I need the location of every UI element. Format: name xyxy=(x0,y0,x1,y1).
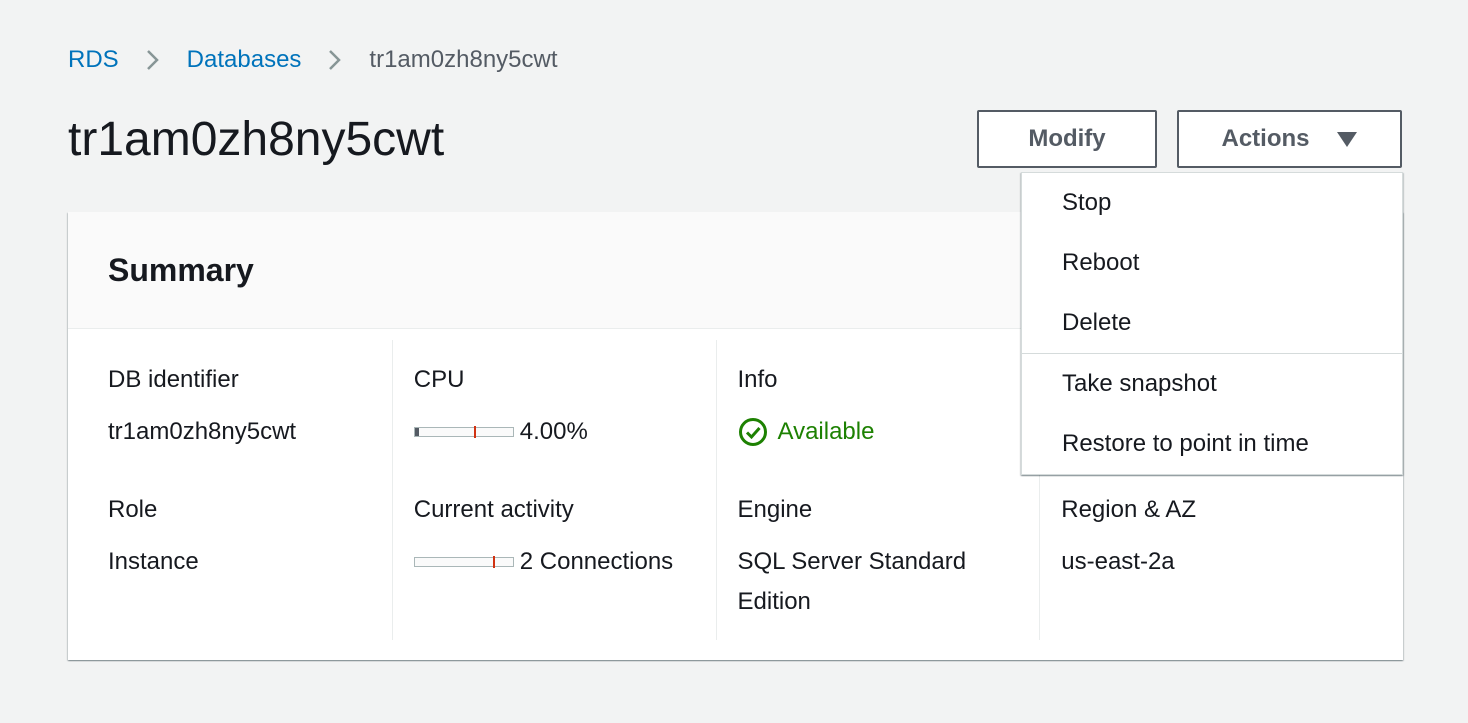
menu-item-delete[interactable]: Delete xyxy=(1022,293,1402,353)
status-text: Available xyxy=(777,418,875,445)
engine-value: SQL Server Standard Edition xyxy=(737,548,967,615)
chevron-right-icon xyxy=(323,48,347,72)
role-value: Instance xyxy=(108,548,199,575)
menu-item-take-snapshot[interactable]: Take snapshot xyxy=(1022,353,1402,414)
cpu-bar xyxy=(413,426,514,438)
engine-field: Engine SQL Server Standard Edition xyxy=(738,492,1028,622)
status-badge: Available xyxy=(738,412,875,452)
cpu-bar-threshold xyxy=(473,426,476,438)
engine-label: Engine xyxy=(737,496,813,523)
cpu-label: CPU xyxy=(413,366,465,393)
check-circle-icon xyxy=(738,417,768,447)
region-value: us-east-2a xyxy=(1061,548,1175,575)
menu-item-stop[interactable]: Stop xyxy=(1022,173,1402,233)
role-field: Role Instance xyxy=(108,492,199,582)
cpu-meter: 4.00% xyxy=(413,412,588,452)
db-identifier-value: tr1am0zh8ny5cwt xyxy=(108,418,297,445)
breadcrumb-databases[interactable]: Databases xyxy=(187,44,302,76)
summary-column-2: CPU 4.00% Current activity 2 Connections xyxy=(391,340,716,640)
info-label: Info xyxy=(737,366,778,393)
cpu-bar-fill xyxy=(414,428,419,436)
role-label: Role xyxy=(108,496,158,523)
actions-menu: Stop Reboot Delete Take snapshot Restore… xyxy=(1021,172,1403,475)
current-activity-value: 2 Connections xyxy=(519,548,674,575)
cpu-field: CPU 4.00% xyxy=(413,362,588,452)
menu-item-reboot[interactable]: Reboot xyxy=(1022,233,1402,293)
info-field: Info Available xyxy=(737,362,875,452)
breadcrumb-current: tr1am0zh8ny5cwt xyxy=(369,46,558,73)
chevron-right-icon xyxy=(141,48,165,72)
actions-button[interactable]: Actions xyxy=(1177,110,1402,168)
summary-title: Summary xyxy=(108,252,254,288)
current-activity-meter: 2 Connections xyxy=(413,542,674,582)
current-activity-field: Current activity 2 Connections xyxy=(413,492,674,582)
actions-button-label: Actions xyxy=(1221,125,1310,152)
summary-column-1: DB identifier tr1am0zh8ny5cwt Role Insta… xyxy=(68,340,392,640)
breadcrumb-rds[interactable]: RDS xyxy=(68,44,119,76)
modify-button-label: Modify xyxy=(1028,125,1106,152)
db-identifier-field: DB identifier tr1am0zh8ny5cwt xyxy=(108,362,296,452)
menu-item-restore-to-point-in-time[interactable]: Restore to point in time xyxy=(1022,414,1402,474)
current-activity-label: Current activity xyxy=(413,496,574,523)
modify-button[interactable]: Modify xyxy=(977,110,1157,168)
region-field: Region & AZ us-east-2a xyxy=(1061,492,1196,582)
page-title: tr1am0zh8ny5cwt xyxy=(68,113,445,166)
current-activity-bar xyxy=(413,556,514,568)
current-activity-bar-threshold xyxy=(493,556,496,568)
caret-down-icon xyxy=(1336,128,1358,150)
summary-column-3: Info Available Engine SQL Server Standar… xyxy=(715,340,1040,640)
cpu-value: 4.00% xyxy=(519,418,588,445)
db-identifier-label: DB identifier xyxy=(108,366,239,393)
breadcrumb: RDS Databases tr1am0zh8ny5cwt xyxy=(68,44,558,76)
region-label: Region & AZ xyxy=(1061,496,1196,523)
